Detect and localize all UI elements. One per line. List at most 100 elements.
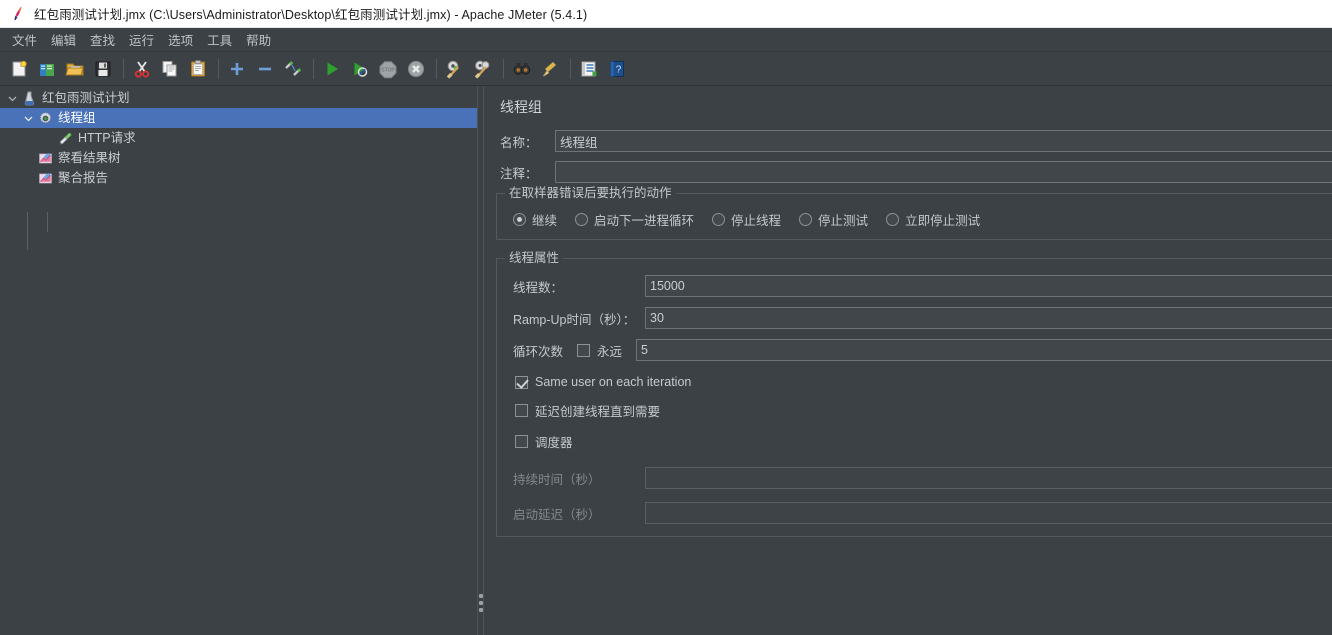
delay-create-row: 延迟创建线程直到需要 xyxy=(497,401,1332,420)
function-helper-button[interactable] xyxy=(576,56,602,82)
radio-label: 立即停止测试 xyxy=(905,214,981,228)
menu-help[interactable]: 帮助 xyxy=(239,28,278,51)
tree-node-label: HTTP请求 xyxy=(78,131,136,145)
checkbox-mark-icon xyxy=(515,435,528,448)
thread-properties-group: 线程属性 线程数： Ramp-Up时间（秒）： 循环次数 xyxy=(496,251,1332,537)
menu-search[interactable]: 查找 xyxy=(83,28,122,51)
radio-stop-test-now[interactable]: 立即停止测试 xyxy=(886,210,980,229)
stop-button[interactable]: STOP xyxy=(375,56,401,82)
clear-button[interactable] xyxy=(442,56,468,82)
radio-stop-thread[interactable]: 停止线程 xyxy=(712,210,781,229)
same-user-checkbox[interactable]: Same user on each iteration xyxy=(515,375,691,389)
same-user-label: Same user on each iteration xyxy=(535,375,692,389)
name-label: 名称： xyxy=(500,135,538,150)
comment-input[interactable] xyxy=(555,161,1332,183)
tree-node-label: 线程组 xyxy=(58,111,96,125)
view-results-tree-icon xyxy=(36,150,54,166)
radio-label: 停止测试 xyxy=(818,214,869,228)
thread-properties-body: 线程数： Ramp-Up时间（秒）： 循环次数 永远 xyxy=(497,259,1332,524)
start-button[interactable] xyxy=(319,56,345,82)
thread-properties-legend: 线程属性 xyxy=(505,251,564,265)
scheduler-checkbox[interactable]: 调度器 xyxy=(515,432,573,451)
help-button[interactable]: ? xyxy=(604,56,630,82)
tree-node-aggregate-report[interactable]: 聚合报告 xyxy=(0,168,477,188)
save-button[interactable] xyxy=(90,56,116,82)
radio-continue[interactable]: 继续 xyxy=(513,210,557,229)
http-sampler-pipette-icon xyxy=(56,130,74,146)
chevron-down-icon[interactable] xyxy=(4,94,20,103)
error-action-legend: 在取样器错误后要执行的动作 xyxy=(505,186,676,200)
search-button[interactable] xyxy=(509,56,535,82)
comment-row: 注释： xyxy=(484,161,1332,183)
toolbar-separator xyxy=(436,58,437,79)
toggle-enable-button[interactable] xyxy=(280,56,306,82)
radio-label: 停止线程 xyxy=(731,214,782,228)
cut-button[interactable] xyxy=(129,56,155,82)
page-title: 线程组 xyxy=(500,99,542,115)
radio-start-next-loop[interactable]: 启动下一进程循环 xyxy=(575,210,694,229)
toolbar-separator xyxy=(570,58,571,79)
shutdown-button[interactable] xyxy=(403,56,429,82)
toolbar-separator xyxy=(503,58,504,79)
error-action-group: 在取样器错误后要执行的动作 继续 启动下一进程循环 停止线程 停止测试 立即停止… xyxy=(496,186,1332,240)
collapse-all-button[interactable] xyxy=(252,56,278,82)
thread-group-config-panel: 线程组 名称： 注释： 在取样器错误后要执行的动作 继续 xyxy=(484,86,1332,635)
clear-all-button[interactable] xyxy=(470,56,496,82)
reset-search-button[interactable] xyxy=(537,56,563,82)
rampup-label: Ramp-Up时间（秒）： xyxy=(513,312,636,327)
title-bar: 红包雨测试计划.jmx (C:\Users\Administrator\Desk… xyxy=(0,0,1332,28)
open-button[interactable] xyxy=(62,56,88,82)
new-test-plan-button[interactable] xyxy=(6,56,32,82)
toolbar-separator xyxy=(313,58,314,79)
radio-mark-icon xyxy=(712,213,726,226)
templates-button[interactable] xyxy=(34,56,60,82)
svg-text:?: ? xyxy=(616,64,622,75)
loops-label: 循环次数 xyxy=(513,344,564,359)
window-title: 红包雨测试计划.jmx (C:\Users\Administrator\Desk… xyxy=(34,8,588,22)
radio-label: 继续 xyxy=(532,214,558,228)
copy-button[interactable] xyxy=(157,56,183,82)
tree-node-thread-group[interactable]: 线程组 xyxy=(0,108,477,128)
comment-label: 注释： xyxy=(500,166,538,181)
rampup-input[interactable] xyxy=(645,307,1332,329)
name-row: 名称： xyxy=(484,130,1332,152)
radio-mark-icon xyxy=(799,213,813,226)
tree-node-label: 察看结果树 xyxy=(58,151,121,165)
tree-node-http-request[interactable]: HTTP请求 xyxy=(0,128,477,148)
main-area: 红包雨测试计划 线程组 HTTP请求 察看结果树 聚合报告 线程组 名称： 线程… xyxy=(0,86,1332,635)
thread-group-gear-icon xyxy=(36,110,54,126)
jmeter-feather-icon xyxy=(8,5,26,23)
threads-row: 线程数： xyxy=(497,275,1332,297)
startup-delay-label: 启动延迟（秒） xyxy=(513,507,601,522)
threads-input[interactable] xyxy=(645,275,1332,297)
tree-node-view-results-tree[interactable]: 察看结果树 xyxy=(0,148,477,168)
loops-row: 循环次数 永远 xyxy=(497,339,1332,361)
checkbox-mark-icon xyxy=(515,404,528,417)
menu-edit[interactable]: 编辑 xyxy=(44,28,83,51)
forever-label: 永远 xyxy=(597,344,623,359)
radio-stop-test[interactable]: 停止测试 xyxy=(799,210,868,229)
menu-file[interactable]: 文件 xyxy=(5,28,44,51)
loops-input[interactable] xyxy=(636,339,1332,361)
startup-delay-input[interactable] xyxy=(645,502,1332,524)
checkbox-mark-icon xyxy=(515,375,528,389)
chevron-down-icon[interactable] xyxy=(20,114,36,123)
tree-guide-line xyxy=(47,212,48,232)
test-plan-tree[interactable]: 红包雨测试计划 线程组 HTTP请求 察看结果树 聚合报告 xyxy=(0,86,477,635)
expand-all-button[interactable] xyxy=(224,56,250,82)
forever-checkbox[interactable]: 永远 xyxy=(577,341,622,360)
threads-label: 线程数： xyxy=(513,280,564,295)
menu-options[interactable]: 选项 xyxy=(161,28,200,51)
menu-tools[interactable]: 工具 xyxy=(200,28,239,51)
start-no-pauses-button[interactable] xyxy=(347,56,373,82)
delay-create-checkbox[interactable]: 延迟创建线程直到需要 xyxy=(515,401,660,420)
radio-mark-icon xyxy=(886,213,900,226)
tree-node-test-plan[interactable]: 红包雨测试计划 xyxy=(0,88,477,108)
radio-mark-icon xyxy=(513,213,526,226)
tree-node-label: 红包雨测试计划 xyxy=(42,91,130,105)
panel-splitter[interactable] xyxy=(477,86,484,635)
name-input[interactable] xyxy=(555,130,1332,152)
duration-input[interactable] xyxy=(645,467,1332,489)
paste-button[interactable] xyxy=(185,56,211,82)
menu-run[interactable]: 运行 xyxy=(122,28,161,51)
